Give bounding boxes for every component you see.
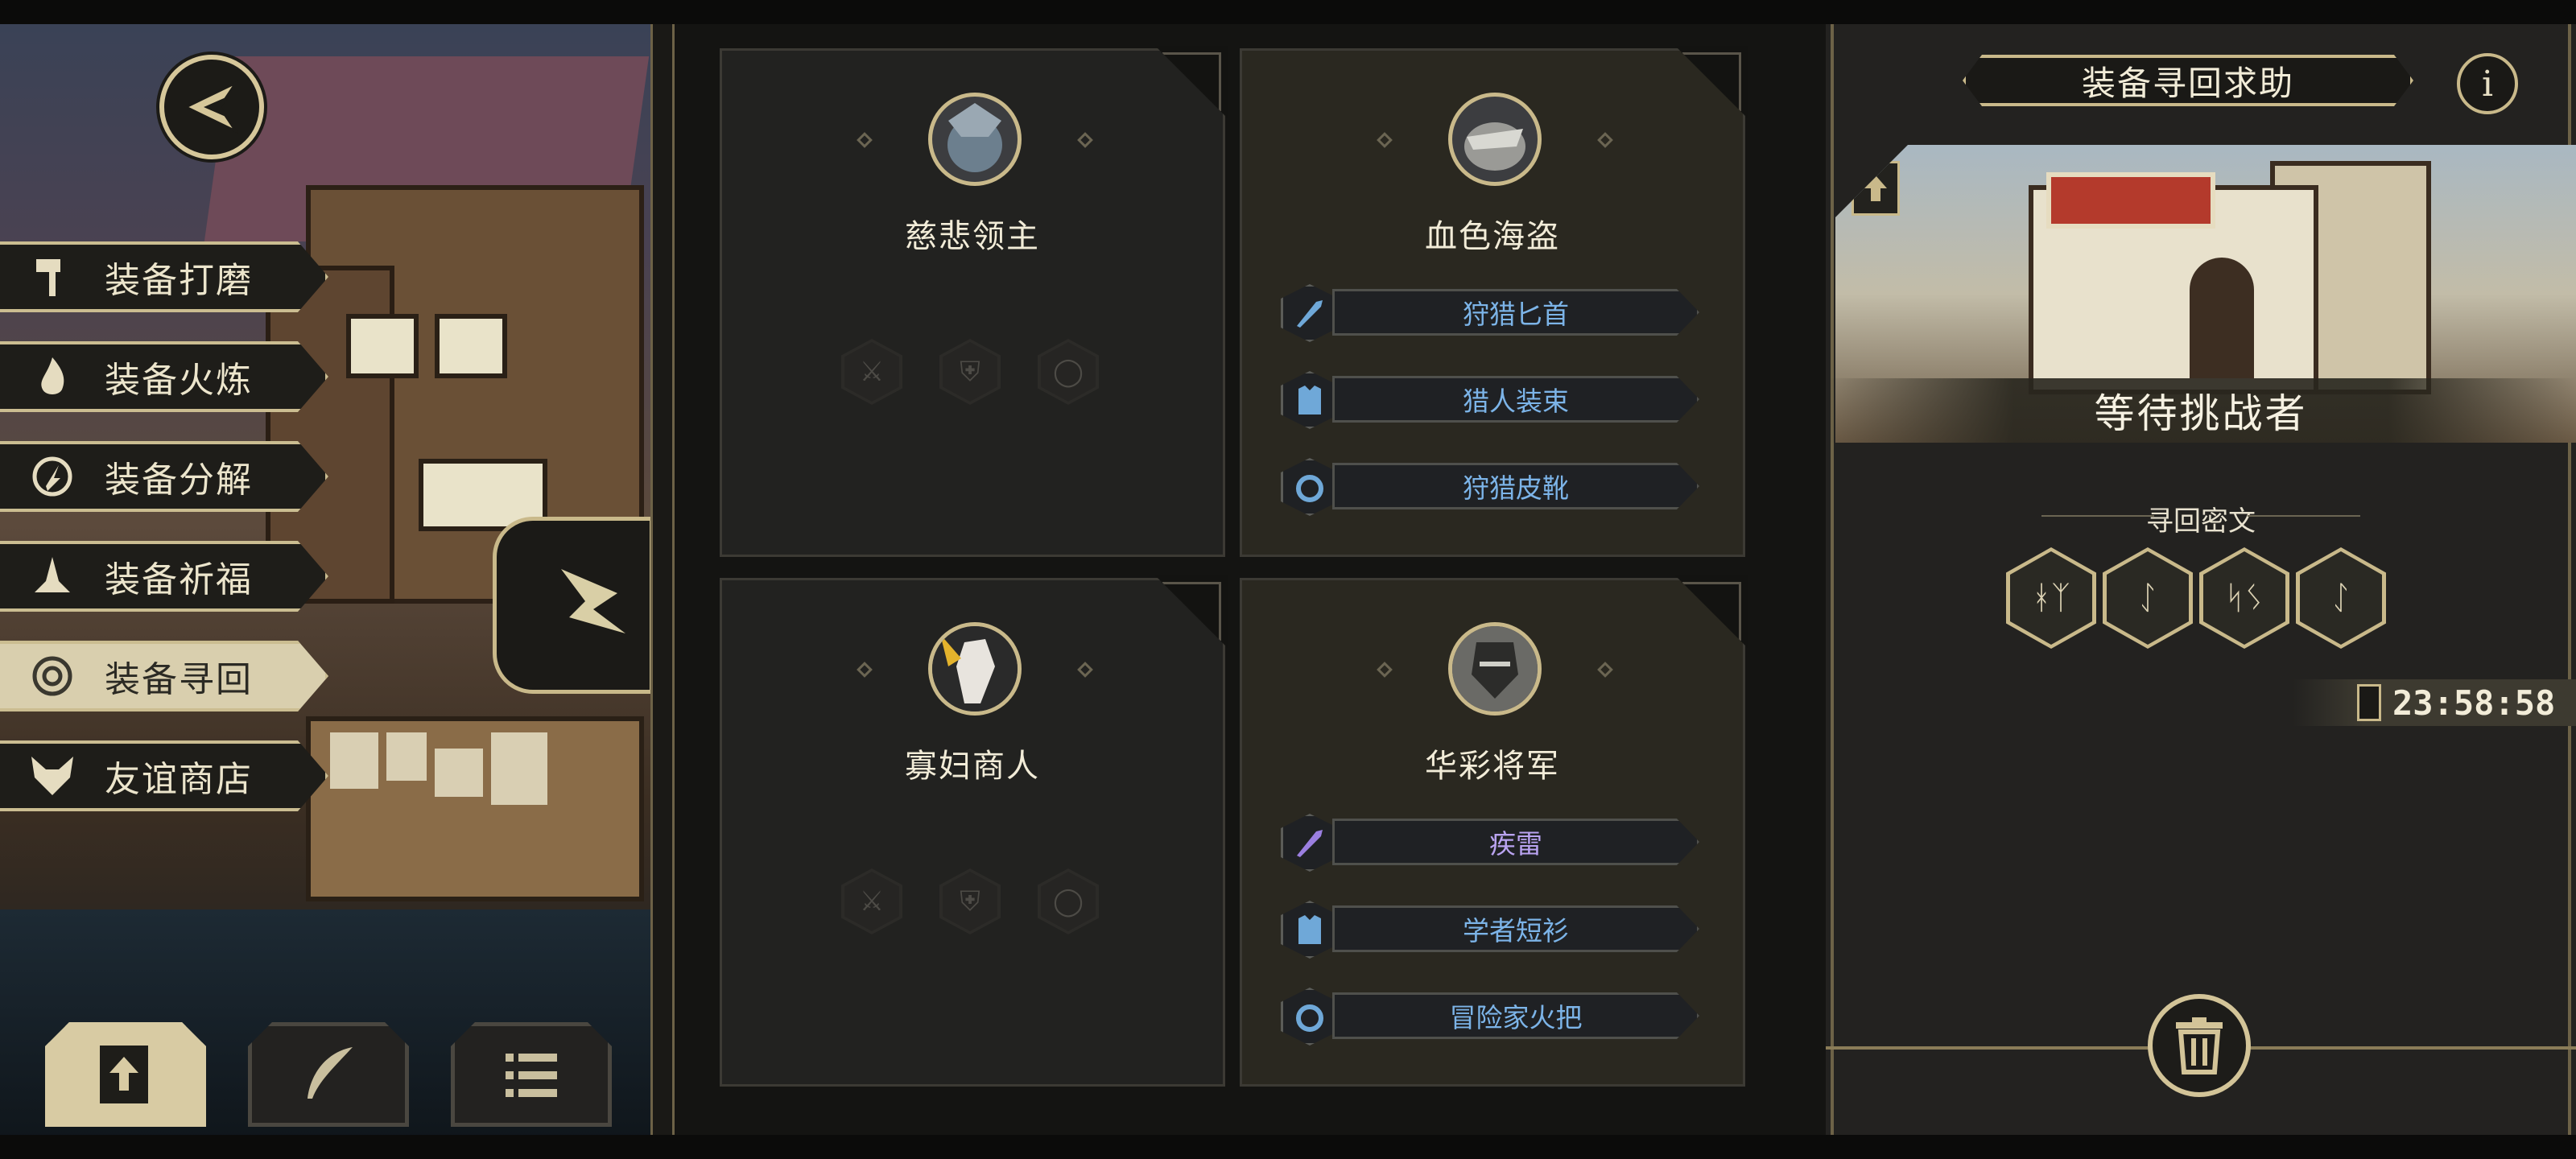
status-banner: 等待挑战者 <box>1826 378 2576 443</box>
boss-name: 华彩将军 <box>1425 748 1560 785</box>
menu-item-label: 友谊商店 <box>105 759 253 800</box>
menu-item-friend-shop[interactable]: 友谊商店 <box>0 740 328 811</box>
boss-card-crimson-pirate[interactable]: 血色海盗 狩猎匕首 猎人装束 狩猎皮靴 <box>1240 46 1748 557</box>
scene-side-button[interactable] <box>493 517 650 694</box>
upload-button[interactable] <box>45 1022 206 1127</box>
menu-item-label: 装备分解 <box>105 460 253 501</box>
boss-portrait <box>928 622 1022 716</box>
menu-item-label: 装备打磨 <box>105 260 253 301</box>
reward-item[interactable]: 疾雷 <box>1281 814 1699 872</box>
back-arrow-icon <box>183 80 240 134</box>
secret-code-title: 寻回密文 <box>1826 499 2576 538</box>
item-name: 疾雷 <box>1332 819 1699 865</box>
reward-item[interactable]: 冒险家火把 <box>1281 988 1699 1046</box>
empty-ring-slot: ◯ <box>1038 339 1099 405</box>
reward-item[interactable]: 猎人装束 <box>1281 371 1699 429</box>
menu-item-bless[interactable]: 装备祈福 <box>0 541 328 612</box>
menu-item-decompose[interactable]: 装备分解 <box>0 441 328 512</box>
boss-card-mercy-lord[interactable]: 慈悲领主 ⚔ ⛨ ◯ <box>720 46 1228 557</box>
list-icon <box>506 1054 557 1097</box>
reward-item[interactable]: 狩猎皮靴 <box>1281 458 1699 516</box>
target-icon <box>0 654 105 699</box>
trash-icon <box>2176 1017 2223 1074</box>
menu-item-label: 装备祈福 <box>105 559 253 600</box>
item-name: 猎人装束 <box>1332 376 1699 423</box>
boss-card-widow-merchant[interactable]: 寡妇商人 ⚔ ⛨ ◯ <box>720 575 1228 1087</box>
info-button[interactable]: i <box>2457 53 2518 114</box>
back-button[interactable] <box>159 55 264 159</box>
timer-text: 23:58:58 <box>2392 683 2556 723</box>
delete-button[interactable] <box>2148 994 2251 1097</box>
countdown-timer: 23:58:58 <box>2293 679 2576 726</box>
upload-icon <box>100 1046 148 1103</box>
menu-item-retrieve[interactable]: 装备寻回 <box>0 641 328 711</box>
retrieve-request-panel: 装备寻回求助 i 等待挑战者 寻回密文 ᚼᛉ ᛇ ᛋᛊ ᛇ 23:58:58 <box>1826 24 2576 1135</box>
armor-icon <box>1281 901 1339 959</box>
empty-weapon-slot: ⚔ <box>841 868 902 934</box>
menu-item-polish[interactable]: 装备打磨 <box>0 241 328 312</box>
reward-item[interactable]: 狩猎匕首 <box>1281 284 1699 342</box>
decompose-icon <box>0 454 105 499</box>
feather-icon <box>308 1047 353 1099</box>
menu-item-label: 装备火炼 <box>105 360 253 401</box>
item-name: 狩猎匕首 <box>1332 289 1699 336</box>
armor-icon <box>1281 371 1339 429</box>
boss-name: 慈悲领主 <box>905 218 1040 255</box>
boss-name: 血色海盗 <box>1425 218 1560 255</box>
pray-hands-icon <box>0 554 105 599</box>
reward-item[interactable]: 学者短衫 <box>1281 901 1699 959</box>
info-icon: i <box>2481 63 2494 105</box>
boss-name: 寡妇商人 <box>905 748 1040 785</box>
item-name: 狩猎皮靴 <box>1332 463 1699 509</box>
empty-armor-slot: ⛨ <box>939 868 1001 934</box>
boss-portrait <box>1448 622 1542 716</box>
fox-icon <box>0 753 105 798</box>
boss-portrait <box>928 93 1022 186</box>
empty-weapon-slot: ⚔ <box>841 339 902 405</box>
hammer-icon <box>0 254 105 299</box>
boss-card-brilliant-general[interactable]: 华彩将军 疾雷 学者短衫 冒险家火把 <box>1240 575 1748 1087</box>
ring-icon <box>1281 458 1339 516</box>
empty-ring-slot: ◯ <box>1038 868 1099 934</box>
item-name: 冒险家火把 <box>1332 992 1699 1039</box>
list-button[interactable] <box>451 1022 612 1127</box>
ring-icon <box>1281 988 1339 1046</box>
flame-icon <box>0 354 105 399</box>
dagger-icon <box>1281 284 1339 342</box>
panel-divider <box>650 24 675 1135</box>
empty-armor-slot: ⛨ <box>939 339 1001 405</box>
feather-button[interactable] <box>248 1022 409 1127</box>
item-name: 学者短衫 <box>1332 905 1699 952</box>
hourglass-icon <box>2357 684 2381 721</box>
dagger-icon <box>1281 814 1339 872</box>
panel-title: 装备寻回求助 <box>1963 55 2413 106</box>
menu-item-label: 装备寻回 <box>105 659 253 700</box>
boss-portrait <box>1448 93 1542 186</box>
menu-item-forge[interactable]: 装备火炼 <box>0 341 328 412</box>
